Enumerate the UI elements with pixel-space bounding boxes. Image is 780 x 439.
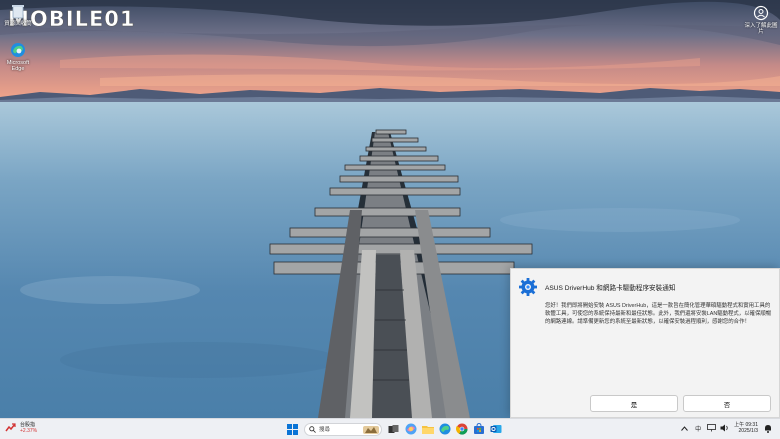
dialog-title: ASUS DriverHub 和網路卡驅動程序安裝通知 [545, 285, 676, 292]
network-icon[interactable] [707, 424, 716, 433]
taskbar: 台股指 +2.37% 搜尋 中 上午 09:31 2025/1/3 [0, 418, 780, 439]
user-circle-icon [753, 5, 769, 21]
dialog-message: 您好！我們即將開始安裝 ASUS DriverHub，這是一款旨在簡化管理華碩驅… [545, 303, 772, 325]
notification-bell-icon[interactable] [763, 424, 772, 433]
stock-chart-icon [5, 422, 17, 434]
desktop-icon-microsoft-edge[interactable]: Microsoft Edge [1, 42, 35, 72]
driverhub-install-dialog: ASUS DriverHub 和網路卡驅動程序安裝通知 您好！我們即將開始安裝 … [510, 268, 780, 418]
stock-change: +2.37% [20, 428, 38, 434]
task-view-icon[interactable] [387, 423, 400, 436]
taskbar-clock[interactable]: 上午 09:31 2025/1/3 [734, 422, 758, 434]
edge-icon [10, 42, 26, 58]
file-explorer-icon[interactable] [421, 423, 434, 436]
chevron-up-icon[interactable] [680, 424, 689, 433]
outlook-icon[interactable] [489, 423, 502, 436]
desktop-icon-label: 深入了解此圖片 [744, 23, 778, 35]
stock-widget[interactable]: 台股指 +2.37% [5, 422, 37, 434]
desktop-icon-label: Microsoft Edge [6, 60, 30, 72]
edge-icon[interactable] [438, 423, 451, 436]
desktop-icon-recycle-bin[interactable]: 資源回收筒 [1, 3, 35, 27]
taskbar-search-box[interactable]: 搜尋 [304, 422, 382, 436]
asus-driverhub-gear-icon [518, 277, 538, 297]
copilot-icon[interactable] [404, 423, 417, 436]
taskbar-apps: 搜尋 [284, 421, 504, 437]
start-icon[interactable] [286, 423, 299, 436]
yes-button[interactable]: 是 [590, 395, 678, 412]
desktop-icon-label: 資源回收筒 [4, 21, 32, 27]
store-icon[interactable] [472, 423, 485, 436]
input-language-indicator[interactable]: 中 [695, 424, 701, 433]
search-placeholder: 搜尋 [319, 427, 331, 433]
search-icon [309, 425, 316, 433]
no-button[interactable]: 否 [683, 395, 771, 412]
recycle-bin-icon [10, 3, 26, 19]
search-highlight-icon [363, 425, 379, 434]
clock-date: 2025/1/3 [738, 428, 758, 434]
chrome-icon[interactable] [455, 423, 468, 436]
desktop-learn-about-picture[interactable]: 深入了解此圖片 [744, 5, 778, 35]
volume-icon[interactable] [720, 424, 729, 433]
system-tray: 中 上午 09:31 2025/1/3 [678, 422, 774, 434]
